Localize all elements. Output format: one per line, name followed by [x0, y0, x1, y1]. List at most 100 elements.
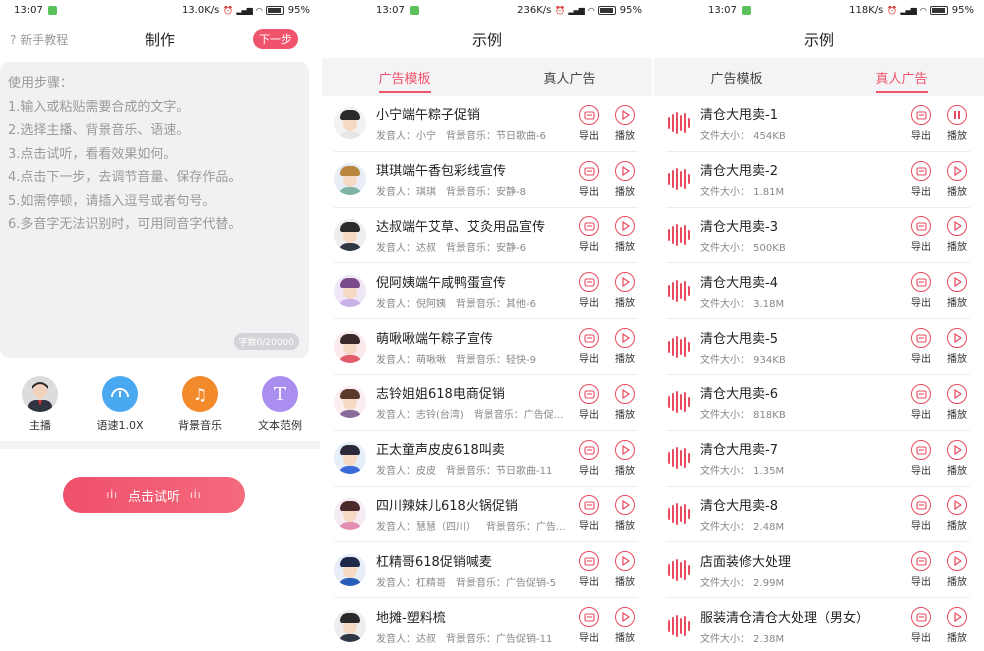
export-button[interactable]: 导出	[576, 495, 602, 532]
list-item[interactable]: 小宁端午粽子促销发音人：小宁 背景音乐：节日歌曲-6 导出 播放	[334, 96, 638, 152]
item-speaker: 发音人：皮皮	[376, 466, 436, 478]
play-button[interactable]: 播放	[612, 495, 638, 532]
list-item[interactable]: 清仓大甩卖-6 文件大小： 818KB 导出 播放	[666, 375, 970, 431]
play-button[interactable]: 播放	[612, 439, 638, 477]
list-item[interactable]: 店面装修大处理 文件大小： 2.99M 导出 播放	[666, 542, 970, 599]
export-button[interactable]: 导出	[576, 328, 602, 365]
item-size: 文件大小： 934KB	[700, 354, 786, 366]
list-item[interactable]: 清仓大甩卖-5 文件大小： 934KB 导出 播放	[666, 319, 970, 375]
listen-button[interactable]: ıİı 点击试听 ıİı	[63, 477, 245, 513]
speed-button[interactable]: 语速1.0X	[80, 376, 160, 433]
export-button[interactable]: 导出	[576, 551, 602, 588]
next-step-button[interactable]: 下一步	[253, 29, 298, 49]
status-bar: 13:07 118K/s ⏰ ▂▄▆ ◠ 95%	[654, 0, 984, 20]
export-icon	[911, 328, 931, 349]
tab-ad-template[interactable]: 广告模板	[322, 58, 487, 96]
list-item[interactable]: 清仓大甩卖-7 文件大小： 1.35M 导出 播放	[666, 431, 970, 487]
music-button[interactable]: ♫ 背景音乐	[160, 376, 240, 433]
export-button[interactable]: 导出	[908, 272, 934, 309]
export-button[interactable]: 导出	[576, 272, 602, 309]
play-label: 播放	[947, 242, 967, 254]
item-music: 背景音乐：广告...	[486, 521, 566, 533]
list-item[interactable]: 清仓大甩卖-1 文件大小： 454KB 导出 播放	[666, 96, 970, 152]
play-button[interactable]: 播放	[944, 160, 970, 198]
item-title: 小宁端午粽子促销	[376, 108, 481, 124]
play-button[interactable]: 播放	[944, 272, 970, 309]
export-button[interactable]: 导出	[908, 383, 934, 421]
play-button[interactable]: 播放	[944, 551, 970, 588]
play-button[interactable]: 播放	[944, 104, 970, 142]
play-button[interactable]: 播放	[612, 216, 638, 253]
play-button[interactable]: 播放	[944, 328, 970, 365]
tutorial-link[interactable]: ? 新手教程	[10, 31, 68, 48]
list-item[interactable]: 清仓大甩卖-3 文件大小： 500KB 导出 播放	[666, 208, 970, 264]
list-item[interactable]: 倪阿姨端午咸鸭蛋宣传 发音人：倪阿姨 背景音乐：其他-6 导出 播放	[334, 263, 638, 320]
export-button[interactable]: 导出	[576, 607, 602, 644]
play-button[interactable]: 播放	[612, 383, 638, 421]
text-sample-button[interactable]: T 文本范例	[240, 376, 320, 433]
item-title: 地摊-塑料梳	[376, 610, 446, 626]
play-button[interactable]: 播放	[612, 328, 638, 365]
play-button[interactable]: 播放	[612, 607, 638, 644]
tab-real-voice[interactable]: 真人广告	[487, 58, 652, 96]
export-button[interactable]: 导出	[576, 439, 602, 477]
tab-ad-template[interactable]: 广告模板	[654, 58, 819, 96]
row-actions: 导出 播放	[576, 439, 638, 477]
export-button[interactable]: 导出	[576, 216, 602, 253]
play-button[interactable]: 播放	[612, 160, 638, 198]
item-meta: 发音人：小宁 背景音乐：节日歌曲-6	[376, 127, 572, 142]
play-icon	[947, 160, 967, 181]
play-button[interactable]: 播放	[944, 216, 970, 253]
play-button[interactable]: 播放	[612, 104, 638, 142]
export-button[interactable]: 导出	[908, 495, 934, 532]
play-button[interactable]: 播放	[612, 272, 638, 309]
list-item[interactable]: 清仓大甩卖-2 文件大小： 1.81M 导出 播放	[666, 152, 970, 208]
list-item[interactable]: 志铃姐姐618电商促销 发音人：志铃(台湾) 背景音乐：广告促... 导出 播放	[334, 375, 638, 431]
list-item[interactable]: 萌啾啾端午粽子宣传 发音人：萌啾啾 背景音乐：轻快-9 导出 播放	[334, 319, 638, 375]
export-button[interactable]: 导出	[576, 383, 602, 421]
speed-gauge-icon	[102, 376, 138, 412]
list-item[interactable]: 清仓大甩卖-4 文件大小： 3.18M 导出 播放	[666, 263, 970, 320]
export-icon	[911, 160, 931, 181]
play-button[interactable]: 播放	[944, 607, 970, 644]
play-button[interactable]: 播放	[612, 551, 638, 588]
battery-level: 95%	[287, 4, 310, 16]
export-icon	[911, 495, 931, 516]
play-button[interactable]: 播放	[944, 383, 970, 421]
item-info: 倪阿姨端午咸鸭蛋宣传 发音人：倪阿姨 背景音乐：其他-6	[376, 272, 572, 310]
export-button[interactable]: 导出	[908, 551, 934, 588]
item-music: 背景音乐：广告促销-5	[456, 577, 556, 589]
export-button[interactable]: 导出	[576, 104, 602, 142]
speaker-avatar	[334, 386, 366, 419]
wifi-icon: ◠	[919, 5, 927, 15]
text-input-area[interactable]: 使用步骤： 1.输入或粘贴需要合成的文字。 2.选择主播、背景音乐、语速。 3.…	[0, 62, 309, 358]
list-item[interactable]: 琪琪端午香包彩线宣传 发音人：琪琪 背景音乐：安静-8 导出 播放	[334, 152, 638, 208]
item-size: 文件大小： 2.48M	[700, 521, 785, 533]
export-button[interactable]: 导出	[908, 328, 934, 365]
export-button[interactable]: 导出	[908, 104, 934, 142]
list-item[interactable]: 达叔端午艾草、艾灸用品宣传 发音人：达叔 背景音乐：安静-6 导出 播放	[334, 208, 638, 264]
play-button[interactable]: 播放	[944, 495, 970, 532]
list-item[interactable]: 正太童声皮皮618叫卖 发音人：皮皮 背景音乐：节日歌曲-11 导出 播放	[334, 431, 638, 487]
export-button[interactable]: 导出	[908, 160, 934, 198]
export-button[interactable]: 导出	[908, 439, 934, 477]
play-button[interactable]: 播放	[944, 439, 970, 477]
item-title: 正太童声皮皮618叫卖	[376, 443, 505, 459]
play-icon	[615, 328, 635, 349]
item-size: 文件大小： 454KB	[700, 131, 786, 143]
list-item[interactable]: 地摊-塑料梳 发音人：达叔 背景音乐：广告促销-11 导出 播放	[334, 598, 638, 651]
export-label: 导出	[911, 298, 931, 310]
battery-level: 95%	[619, 4, 642, 16]
tab-real-voice[interactable]: 真人广告	[819, 58, 984, 96]
export-button[interactable]: 导出	[908, 216, 934, 253]
export-button[interactable]: 导出	[908, 607, 934, 644]
list-item[interactable]: 杠精哥618促销喊麦 发音人：杠精哥 背景音乐：广告促销-5 导出 播放	[334, 542, 638, 599]
export-button[interactable]: 导出	[576, 160, 602, 198]
anchor-button[interactable]: 主播	[0, 376, 80, 433]
list-item[interactable]: 四川辣妹儿618火锅促销 发音人：慧慧（四川） 背景音乐：广告... 导出 播放	[334, 487, 638, 543]
export-label: 导出	[579, 577, 599, 589]
item-info: 清仓大甩卖-8 文件大小： 2.48M	[700, 495, 904, 533]
list-item[interactable]: 清仓大甩卖-8 文件大小： 2.48M 导出 播放	[666, 487, 970, 543]
item-info: 杠精哥618促销喊麦 发音人：杠精哥 背景音乐：广告促销-5	[376, 551, 572, 589]
list-item[interactable]: 服装清仓清仓大处理（男女） 文件大小： 2.38M 导出 播放	[666, 598, 970, 651]
